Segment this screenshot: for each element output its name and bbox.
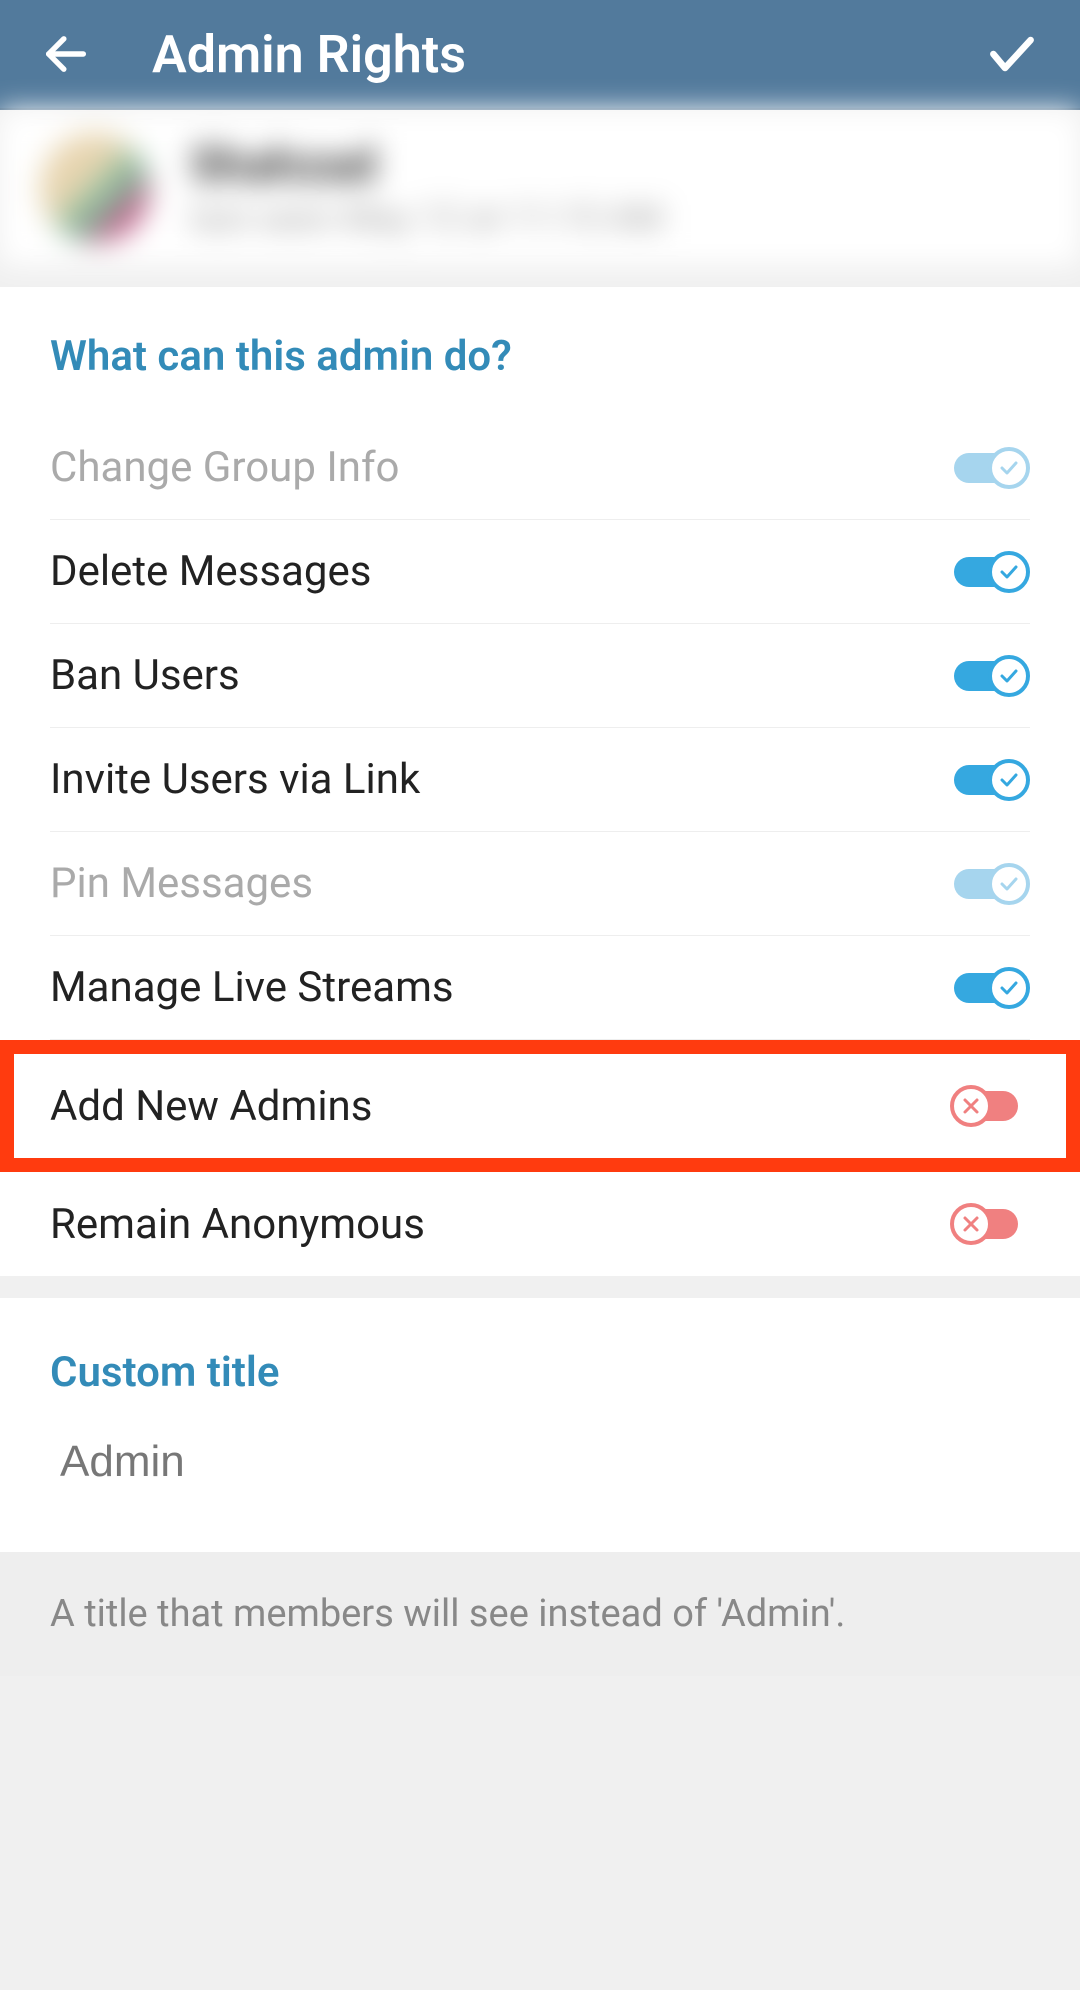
- permission-row: Pin Messages: [50, 832, 1030, 936]
- section-gap: [0, 265, 1080, 287]
- permission-label: Change Group Info: [50, 443, 400, 492]
- permission-label: Ban Users: [50, 651, 240, 700]
- page-title: Admin Rights: [152, 24, 984, 85]
- confirm-icon[interactable]: [984, 26, 1040, 82]
- x-icon: [950, 1203, 992, 1245]
- toggle[interactable]: [950, 1203, 1030, 1245]
- check-icon: [988, 551, 1030, 593]
- custom-title-input[interactable]: [50, 1407, 1030, 1522]
- permission-row: Manage Live Streams: [50, 936, 1030, 1040]
- highlighted-permission: Add New Admins: [0, 1040, 1080, 1172]
- permission-row: Delete Messages: [50, 520, 1030, 624]
- back-icon[interactable]: [40, 28, 92, 80]
- permission-row: Add New Admins: [50, 1054, 1030, 1158]
- toggle[interactable]: [950, 967, 1030, 1009]
- toggle[interactable]: [950, 655, 1030, 697]
- toggle[interactable]: [950, 1085, 1030, 1127]
- profile-status: last seen May 12 at 11:15 AM: [190, 197, 663, 239]
- avatar: [40, 133, 150, 243]
- check-icon: [988, 655, 1030, 697]
- permission-label: Add New Admins: [50, 1082, 372, 1131]
- x-icon: [950, 1085, 992, 1127]
- check-icon: [988, 447, 1030, 489]
- toggle[interactable]: [950, 551, 1030, 593]
- check-icon: [988, 967, 1030, 1009]
- toggle[interactable]: [950, 759, 1030, 801]
- toggle[interactable]: [950, 447, 1030, 489]
- check-icon: [988, 759, 1030, 801]
- permissions-header: What can this admin do?: [50, 287, 1030, 416]
- permission-row: Change Group Info: [50, 416, 1030, 520]
- permission-row: Invite Users via Link: [50, 728, 1030, 832]
- check-icon: [988, 863, 1030, 905]
- profile-section[interactable]: Shahzad last seen May 12 at 11:15 AM: [0, 110, 1080, 265]
- custom-title-header: Custom title: [50, 1348, 1030, 1407]
- toggle[interactable]: [950, 863, 1030, 905]
- permission-row: Remain Anonymous: [50, 1172, 1030, 1276]
- custom-title-note: A title that members will see instead of…: [0, 1552, 1080, 1676]
- profile-name: Shahzad: [190, 136, 663, 193]
- permission-label: Remain Anonymous: [50, 1200, 425, 1249]
- permission-label: Delete Messages: [50, 547, 371, 596]
- permission-label: Invite Users via Link: [50, 755, 420, 804]
- app-header: Admin Rights: [0, 0, 1080, 110]
- custom-title-section: Custom title: [0, 1298, 1080, 1552]
- permissions-section: What can this admin do? Change Group Inf…: [0, 287, 1080, 1276]
- permission-label: Manage Live Streams: [50, 963, 454, 1012]
- permission-label: Pin Messages: [50, 859, 313, 908]
- permission-row: Ban Users: [50, 624, 1030, 728]
- section-gap: [0, 1276, 1080, 1298]
